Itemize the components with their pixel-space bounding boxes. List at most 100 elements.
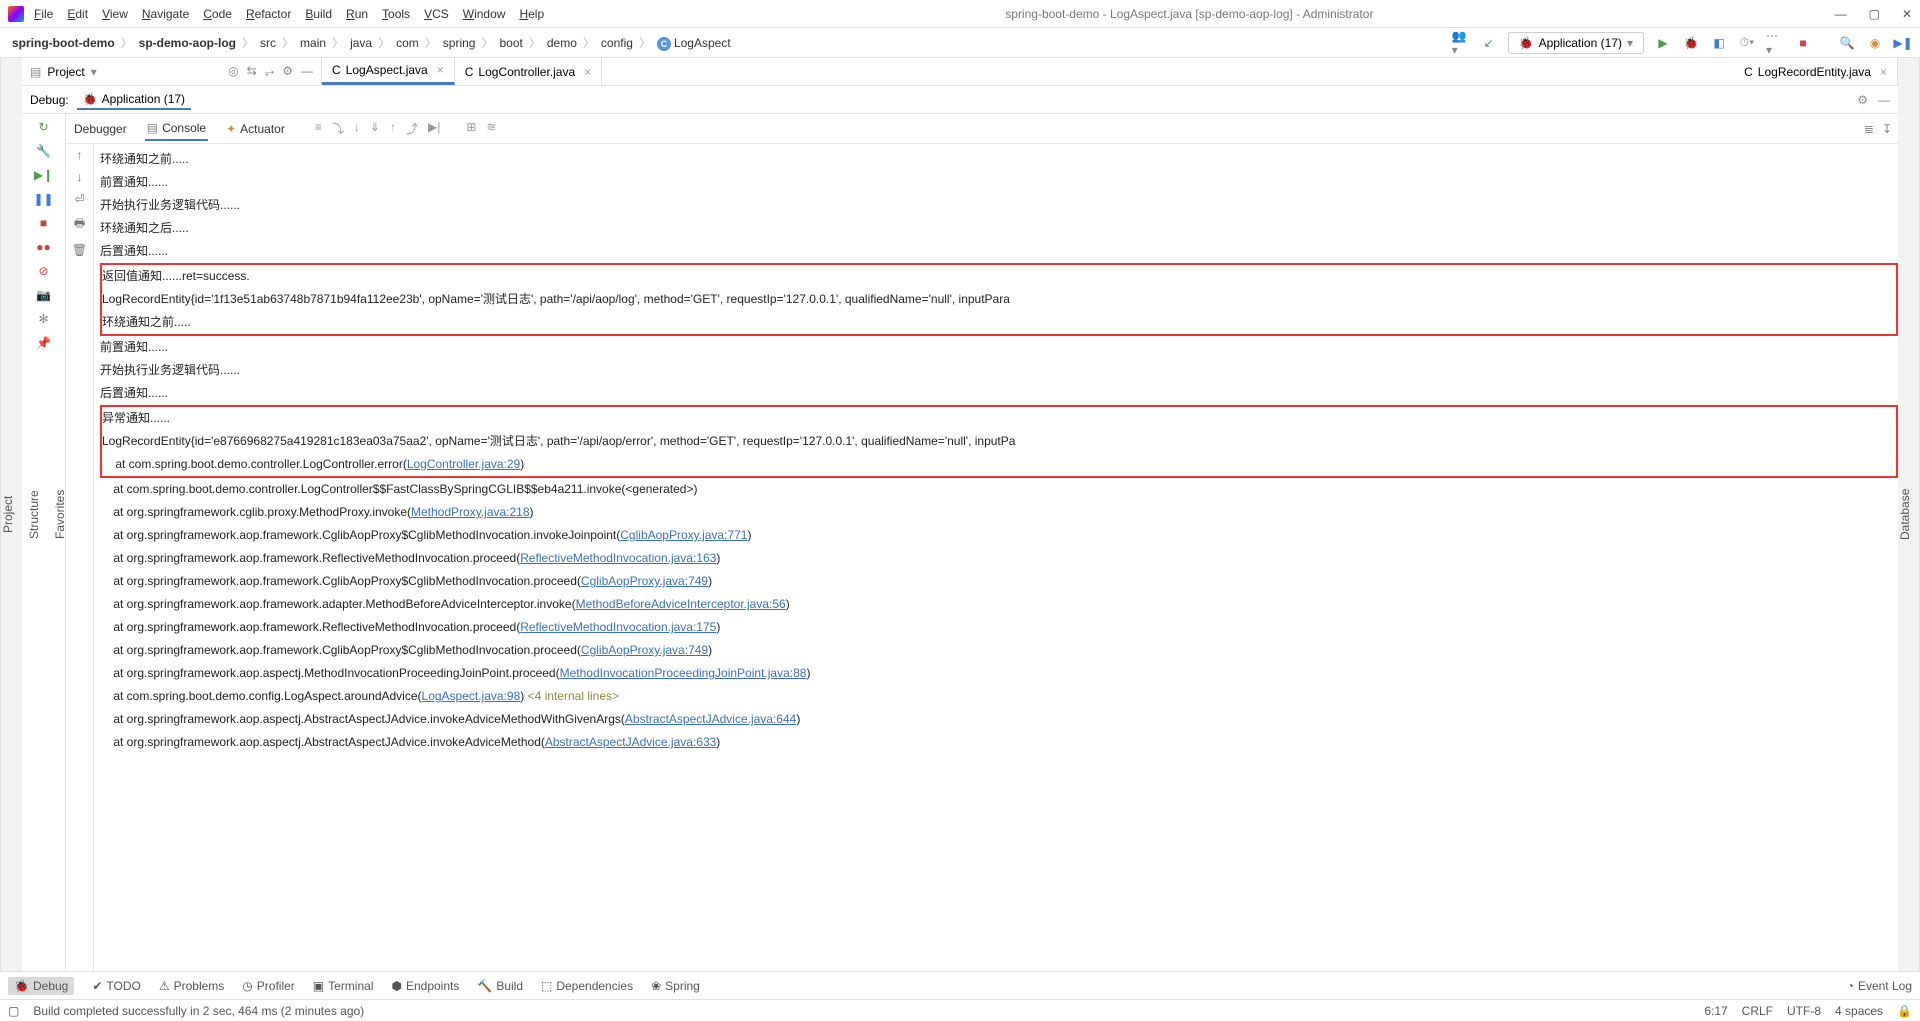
close-icon[interactable]: ×	[584, 65, 591, 79]
breadcrumb-com[interactable]: com	[392, 34, 423, 52]
stack-trace-link[interactable]: CglibAopProxy.java:771	[620, 528, 747, 542]
run-to-cursor-icon[interactable]: ▶|	[428, 120, 440, 137]
close-icon[interactable]: ×	[437, 63, 444, 77]
tool-terminal[interactable]: ▣Terminal	[313, 979, 374, 993]
menu-vcs[interactable]: VCS	[424, 7, 449, 21]
debug-config-tab[interactable]: 🐞 Application (17)	[77, 90, 191, 110]
menu-tools[interactable]: Tools	[382, 7, 410, 21]
stack-trace-link[interactable]: MethodInvocationProceedingJoinPoint.java…	[560, 666, 807, 680]
menu-code[interactable]: Code	[203, 7, 232, 21]
force-step-into-icon[interactable]: ⇓	[370, 120, 380, 137]
editor-tab-right[interactable]: C LogRecordEntity.java ×	[1734, 58, 1898, 85]
stack-trace-link[interactable]: ReflectiveMethodInvocation.java:163	[520, 551, 716, 565]
drop-frame-icon[interactable]: ⤴	[406, 120, 418, 137]
scroll-end-icon[interactable]: ↧	[1882, 122, 1892, 136]
maximize-icon[interactable]: ▢	[1869, 7, 1880, 21]
indent[interactable]: 4 spaces	[1835, 1004, 1883, 1018]
lock-icon[interactable]: 🔒	[1897, 1004, 1912, 1018]
project-toolwindow-header[interactable]: ▤ Project ▾ ◎ ⇆ ⥅ ⚙ —	[22, 58, 322, 85]
modify-run-icon[interactable]: 🔧	[36, 144, 51, 158]
breadcrumb-config[interactable]: config	[597, 34, 637, 52]
menu-view[interactable]: View	[102, 7, 128, 21]
resume-icon[interactable]: ▶❙	[34, 168, 53, 182]
breadcrumb-logaspect[interactable]: CLogAspect	[653, 34, 735, 52]
mute-breakpoints-icon[interactable]: ⊘	[38, 264, 48, 278]
step-out-icon[interactable]: ↑	[390, 120, 396, 137]
menu-run[interactable]: Run	[346, 7, 368, 21]
pin-icon[interactable]: 📌	[36, 336, 51, 350]
breadcrumb-java[interactable]: java	[346, 34, 376, 52]
debug-icon[interactable]: 🐞	[1682, 34, 1700, 52]
stack-trace-link[interactable]: CglibAopProxy.java:749	[581, 643, 708, 657]
print-icon[interactable]: 🖶	[74, 214, 85, 235]
target-icon[interactable]: ◎	[228, 64, 238, 79]
menu-edit[interactable]: Edit	[67, 7, 88, 21]
editor-tab-logcontroller-java[interactable]: CLogController.java×	[455, 58, 602, 85]
minimize-tool-icon[interactable]: —	[301, 64, 313, 79]
tool-dependencies[interactable]: ⬚Dependencies	[541, 979, 633, 993]
breadcrumb-src[interactable]: src	[256, 34, 280, 52]
tab-console[interactable]: ▤ Console	[145, 117, 208, 141]
stack-trace-link[interactable]: LogAspect.java:98	[422, 689, 521, 703]
file-encoding[interactable]: UTF-8	[1787, 1004, 1821, 1018]
internal-lines[interactable]: <4 internal lines>	[528, 689, 619, 703]
event-log-button[interactable]: ◔Event Log	[1847, 979, 1912, 993]
run-icon[interactable]: ▶	[1654, 34, 1672, 52]
stack-trace-link[interactable]: MethodProxy.java:218	[411, 505, 530, 519]
menu-help[interactable]: Help	[519, 7, 544, 21]
attach-icon[interactable]: ⋯▾	[1766, 34, 1784, 52]
stack-trace-link[interactable]: LogController.java:29	[407, 457, 520, 471]
soft-wrap-icon[interactable]: ≣	[1864, 122, 1874, 136]
console-output[interactable]: 环绕通知之前.....前置通知......开始执行业务逻辑代码......环绕通…	[94, 144, 1898, 971]
tool-spring[interactable]: ❀Spring	[651, 979, 700, 993]
stack-trace-link[interactable]: AbstractAspectJAdvice.java:633	[545, 735, 716, 749]
gear-icon[interactable]: ⚙	[1857, 93, 1868, 107]
menu-window[interactable]: Window	[463, 7, 506, 21]
close-icon[interactable]: ✕	[1902, 7, 1912, 21]
settings-icon[interactable]: ✻	[38, 312, 48, 326]
project-tool-button[interactable]: Project	[1, 496, 15, 533]
caret-pos[interactable]: 6:17	[1704, 1004, 1727, 1018]
menu-build[interactable]: Build	[305, 7, 332, 21]
stop-icon[interactable]: ■	[1794, 34, 1812, 52]
stack-trace-link[interactable]: AbstractAspectJAdvice.java:644	[625, 712, 796, 726]
search-icon[interactable]: 🔍	[1838, 34, 1856, 52]
tool-build[interactable]: 🔨Build	[477, 979, 523, 993]
soft-wrap-icon[interactable]: ⏎	[74, 192, 84, 206]
stop-icon[interactable]: ■	[40, 216, 47, 230]
up-icon[interactable]: ↑	[77, 148, 83, 162]
camera-icon[interactable]: 📷	[36, 288, 51, 302]
users-icon[interactable]: 👥▾	[1452, 34, 1470, 52]
tab-debugger[interactable]: Debugger	[72, 118, 129, 140]
line-separator[interactable]: CRLF	[1742, 1004, 1773, 1018]
close-icon[interactable]: ×	[1880, 65, 1887, 79]
minimize-icon[interactable]: —	[1878, 93, 1890, 107]
tool-endpoints[interactable]: ⬢Endpoints	[392, 979, 460, 993]
trace-icon[interactable]: ≋	[486, 120, 496, 137]
clear-icon[interactable]: 🗑	[72, 243, 87, 257]
down-icon[interactable]: ↓	[77, 170, 83, 184]
breadcrumb-demo[interactable]: demo	[543, 34, 581, 52]
rerun-icon[interactable]: ↻	[38, 120, 48, 134]
tool-todo[interactable]: ✔TODO	[92, 979, 141, 993]
stack-trace-link[interactable]: MethodBeforeAdviceInterceptor.java:56	[576, 597, 786, 611]
tool-profiler[interactable]: ◷Profiler	[242, 979, 295, 993]
breadcrumb-sp-demo-aop-log[interactable]: sp-demo-aop-log	[135, 34, 240, 52]
layout-icon[interactable]: ≡	[315, 120, 322, 137]
profile-icon[interactable]: ⏱▾	[1738, 34, 1756, 52]
favorites-tool-button[interactable]: Favorites	[53, 490, 67, 539]
ide-update-icon[interactable]: ◉	[1866, 34, 1884, 52]
step-over-icon[interactable]: ⤵	[332, 120, 344, 137]
tab-actuator[interactable]: ✦ Actuator	[224, 118, 287, 140]
editor-tab-logaspect-java[interactable]: CLogAspect.java×	[322, 58, 455, 85]
tool-debug[interactable]: 🐞Debug	[8, 977, 74, 995]
events-icon[interactable]: ▶❚	[1894, 34, 1912, 52]
breadcrumb-spring[interactable]: spring	[439, 34, 480, 52]
stack-trace-link[interactable]: ReflectiveMethodInvocation.java:175	[520, 620, 716, 634]
sync-icon[interactable]: ↙	[1480, 34, 1498, 52]
breadcrumb-spring-boot-demo[interactable]: spring-boot-demo	[8, 34, 119, 52]
menu-file[interactable]: File	[34, 7, 53, 21]
breadcrumb-boot[interactable]: boot	[495, 34, 526, 52]
tool-problems[interactable]: ⚠Problems	[159, 979, 224, 993]
evaluate-icon[interactable]: ⊞	[466, 120, 476, 137]
